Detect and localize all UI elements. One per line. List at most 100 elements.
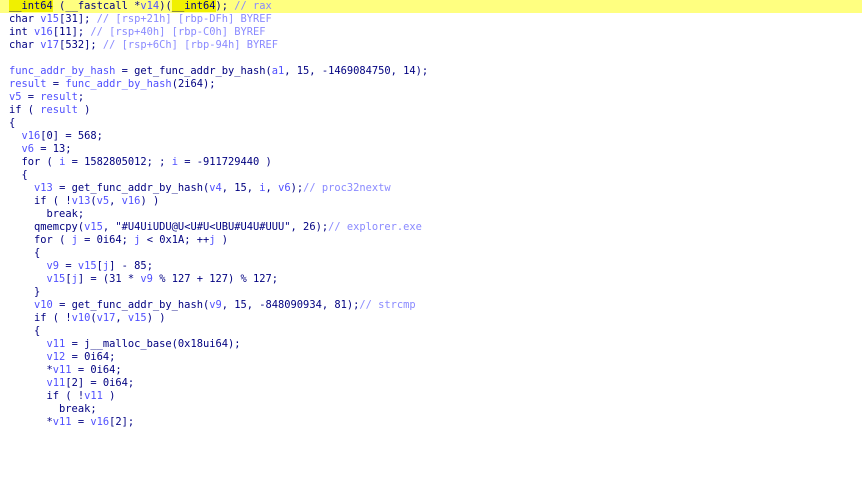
variable-token[interactable]: v16 [22, 130, 41, 142]
variable-token[interactable]: v9 [140, 273, 153, 285]
code-line[interactable]: v10 = get_func_addr_by_hash(v9, 15, -848… [0, 299, 862, 312]
code-text-token: [31]; [59, 13, 97, 25]
variable-token[interactable]: func_addr_by_hash [9, 65, 115, 77]
code-text-token: % 127 + 127) % 127; [152, 273, 279, 285]
pseudocode-view[interactable]: __int64 (__fastcall *v14)(__int64); // r… [0, 0, 862, 479]
code-text-token: ; [90, 403, 97, 415]
code-line[interactable]: if ( !v10(v17, v15) ) [0, 312, 862, 325]
code-line[interactable]: *v11 = 0i64; [0, 364, 862, 377]
code-text-token: ( ! [46, 195, 72, 207]
code-line[interactable]: { [0, 247, 862, 260]
code-text-token: } [9, 286, 41, 298]
code-line[interactable]: v15[j] = (31 * v9 % 127 + 127) % 127; [0, 273, 862, 286]
variable-token[interactable]: v16 [34, 26, 53, 38]
code-line[interactable]: if ( result ) [0, 104, 862, 117]
code-text-token: ] = (31 * [77, 273, 141, 285]
variable-token[interactable]: result [9, 78, 47, 90]
code-text-token: ); [290, 182, 304, 194]
code-text-token: , 15, -1469084750, 14); [284, 65, 429, 77]
code-line[interactable]: { [0, 325, 862, 338]
variable-token[interactable]: v9 [47, 260, 60, 272]
code-line[interactable]: v13 = get_func_addr_by_hash(v4, 15, i, v… [0, 182, 862, 195]
code-line[interactable]: v11[2] = 0i64; [0, 377, 862, 390]
variable-token[interactable]: v15 [40, 13, 59, 25]
code-line[interactable]: if ( !v11 ) [0, 390, 862, 403]
variable-token[interactable]: v4 [209, 182, 222, 194]
variable-token[interactable]: v6 [278, 182, 291, 194]
variable-token[interactable]: v10 [34, 299, 53, 311]
variable-token[interactable]: v16 [122, 195, 141, 207]
code-text-token: = [71, 416, 91, 428]
code-line[interactable]: *v11 = v16[2]; [0, 416, 862, 429]
variable-token[interactable]: v12 [47, 351, 66, 363]
code-text-token: , [102, 221, 116, 233]
code-line[interactable]: break; [0, 403, 862, 416]
variable-token[interactable]: result [40, 91, 78, 103]
code-text-token: ( ! [59, 390, 85, 402]
variable-token[interactable]: v13 [34, 182, 53, 194]
variable-token[interactable]: v6 [22, 143, 35, 155]
code-line[interactable]: __int64 (__fastcall *v14)(__int64); // r… [0, 0, 862, 13]
code-text-token: = [59, 260, 78, 272]
variable-token[interactable]: v15 [78, 260, 97, 272]
variable-token[interactable]: v15 [84, 221, 103, 233]
code-line[interactable]: v5 = result; [0, 91, 862, 104]
variable-token[interactable]: v11 [53, 364, 72, 376]
variable-token[interactable]: v17 [97, 312, 116, 324]
code-line[interactable]: break; [0, 208, 862, 221]
code-line[interactable]: char v15[31]; // [rsp+21h] [rbp-DFh] BYR… [0, 13, 862, 26]
variable-token[interactable]: a1 [272, 65, 285, 77]
variable-token[interactable]: v15 [47, 273, 66, 285]
code-line[interactable]: result = func_addr_by_hash(2i64); [0, 78, 862, 91]
code-line[interactable]: for ( i = 1582805012; ; i = -911729440 ) [0, 156, 862, 169]
code-text-token: [532]; [59, 39, 103, 51]
keyword-token: int [9, 26, 35, 38]
variable-token[interactable]: v5 [9, 91, 22, 103]
variable-token[interactable]: v11 [53, 416, 72, 428]
variable-token[interactable]: v16 [90, 416, 109, 428]
code-line[interactable]: v6 = 13; [0, 143, 862, 156]
code-text-token: = [46, 78, 66, 90]
keyword-token: if [9, 104, 22, 116]
variable-token[interactable]: v11 [47, 377, 66, 389]
code-text-token: < 0x1A; ++ [140, 234, 210, 246]
variable-token[interactable]: v13 [72, 195, 91, 207]
code-line[interactable]: func_addr_by_hash = get_func_addr_by_has… [0, 65, 862, 78]
code-text-token: [0] = 568; [40, 130, 103, 142]
code-line[interactable]: if ( !v13(v5, v16) ) [0, 195, 862, 208]
code-line[interactable]: v12 = 0i64; [0, 351, 862, 364]
variable-token[interactable]: v5 [97, 195, 110, 207]
code-text-token: { [9, 117, 16, 129]
variable-token[interactable]: v11 [47, 338, 66, 350]
code-line[interactable]: qmemcpy(v15, "#U4UiUDU@U<U#U<UBU#U4U#UUU… [0, 221, 862, 234]
code-line[interactable]: { [0, 117, 862, 130]
code-text-token: ) [102, 390, 116, 402]
code-line[interactable]: char v17[532]; // [rsp+6Ch] [rbp-94h] BY… [0, 39, 862, 52]
code-text-token: { [9, 247, 41, 259]
code-text-token: , 26); [290, 221, 329, 233]
code-line[interactable]: v9 = v15[j] - 85; [0, 260, 862, 273]
variable-token[interactable]: v10 [72, 312, 91, 324]
code-line[interactable]: { [0, 169, 862, 182]
code-line[interactable]: v11 = j__malloc_base(0x18ui64); [0, 338, 862, 351]
variable-token[interactable]: v11 [84, 390, 103, 402]
code-text-token: = 0i64; [77, 234, 135, 246]
variable-token[interactable]: func_addr_by_hash [65, 78, 171, 90]
code-line[interactable]: int v16[11]; // [rsp+40h] [rbp-C0h] BYRE… [0, 26, 862, 39]
code-text-token: ( [52, 234, 72, 246]
code-line[interactable]: v16[0] = 568; [0, 130, 862, 143]
variable-token[interactable]: v17 [40, 39, 59, 51]
variable-token[interactable]: v15 [128, 312, 147, 324]
code-line[interactable]: for ( j = 0i64; j < 0x1A; ++j ) [0, 234, 862, 247]
variable-token[interactable]: v9 [209, 299, 222, 311]
code-text-token: = 13; [34, 143, 72, 155]
code-line[interactable] [0, 52, 862, 65]
variable-token[interactable]: result [40, 104, 78, 116]
variable-token[interactable]: v14 [140, 0, 159, 12]
code-line[interactable]: } [0, 286, 862, 299]
